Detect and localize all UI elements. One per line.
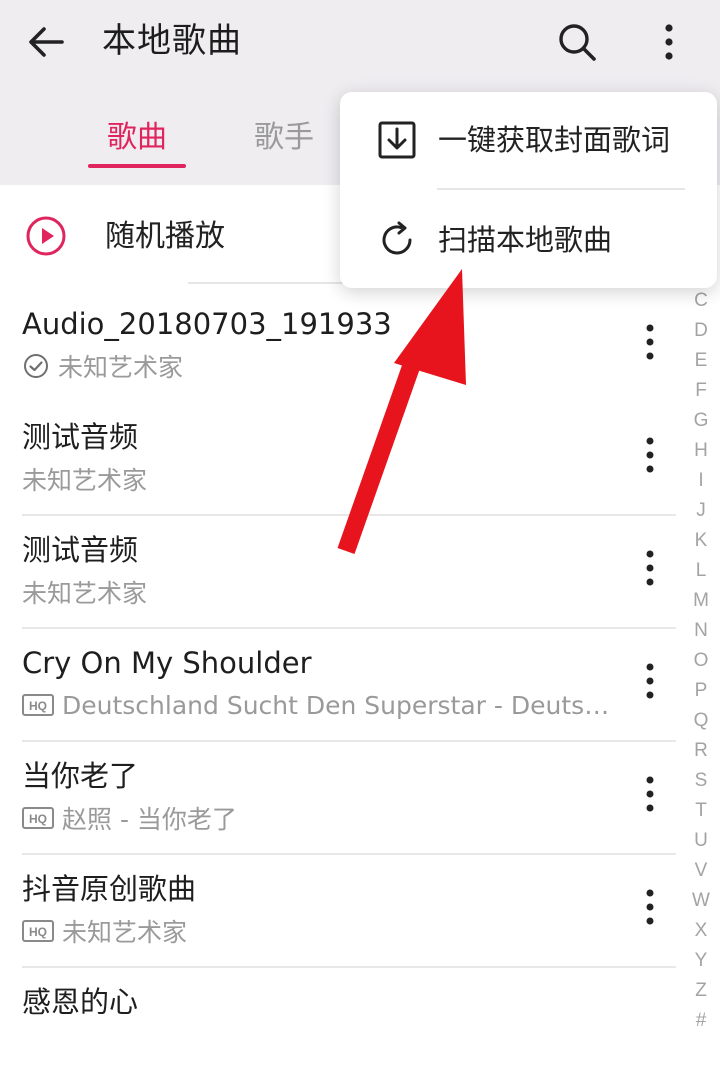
index-letter[interactable]: X <box>686 916 716 946</box>
song-item[interactable]: Cry On My Shoulder HQ Deutschland Sucht … <box>0 629 680 742</box>
more-vert-icon[interactable] <box>632 659 668 703</box>
check-circle-icon <box>24 354 48 378</box>
song-title: 当你老了 <box>22 759 139 793</box>
song-title: Cry On My Shoulder <box>22 646 312 680</box>
more-vert-icon[interactable] <box>645 18 693 66</box>
search-icon[interactable] <box>553 18 601 66</box>
song-title: 测试音频 <box>22 420 139 454</box>
index-letter[interactable]: O <box>686 646 716 676</box>
index-letter[interactable]: W <box>686 886 716 916</box>
menu-item-label: 一键获取封面歌词 <box>438 123 671 157</box>
index-letter[interactable]: E <box>686 346 716 376</box>
play-circle-icon <box>26 216 66 256</box>
song-subtitle: 未知艺术家 <box>22 348 183 384</box>
song-item[interactable]: 当你老了 HQ 赵照 - 当你老了 <box>0 742 680 855</box>
index-letter[interactable]: H <box>686 436 716 466</box>
index-letter[interactable]: U <box>686 826 716 856</box>
svg-text:HQ: HQ <box>29 925 47 939</box>
more-vert-icon[interactable] <box>632 433 668 477</box>
song-artist: 未知艺术家 <box>22 466 148 495</box>
index-letter[interactable]: C <box>686 286 716 316</box>
shuffle-play-label: 随机播放 <box>105 219 225 254</box>
song-title: 抖音原创歌曲 <box>22 872 197 906</box>
hq-badge-icon: HQ <box>22 807 54 829</box>
index-letter[interactable]: I <box>686 466 716 496</box>
refresh-icon <box>382 221 412 255</box>
index-letter[interactable]: M <box>686 586 716 616</box>
arrow-back-icon[interactable] <box>22 18 70 66</box>
index-letter[interactable]: L <box>686 556 716 586</box>
more-vert-icon[interactable] <box>632 885 668 929</box>
divider <box>437 188 685 190</box>
song-subtitle: HQ 未知艺术家 <box>22 913 187 949</box>
more-vert-icon[interactable] <box>632 772 668 816</box>
song-artist: 赵照 - 当你老了 <box>62 805 237 834</box>
index-letter[interactable]: T <box>686 796 716 826</box>
song-subtitle: HQ Deutschland Sucht Den Superstar - Deu… <box>22 687 622 723</box>
index-letter[interactable]: S <box>686 766 716 796</box>
svg-text:HQ: HQ <box>29 699 47 713</box>
index-letter[interactable]: P <box>686 676 716 706</box>
index-letter[interactable]: N <box>686 616 716 646</box>
index-letter[interactable]: J <box>686 496 716 526</box>
hq-badge-icon: HQ <box>22 694 54 716</box>
svg-text:HQ: HQ <box>29 812 47 826</box>
index-letter[interactable]: F <box>686 376 716 406</box>
index-letter[interactable]: Y <box>686 946 716 976</box>
annotation-arrow <box>337 269 466 554</box>
song-title: 测试音频 <box>22 533 139 567</box>
index-letter[interactable]: Z <box>686 976 716 1006</box>
song-subtitle: 未知艺术家 <box>22 461 147 497</box>
song-artist: Deutschland Sucht Den Superstar - Deutsc… <box>62 690 622 720</box>
menu-item-fetch-cover-lyrics[interactable]: 一键获取封面歌词 <box>340 92 717 188</box>
index-letter[interactable]: K <box>686 526 716 556</box>
index-letter[interactable]: G <box>686 406 716 436</box>
song-artist: 未知艺术家 <box>58 353 184 382</box>
song-subtitle: 未知艺术家 <box>22 574 147 610</box>
index-letter[interactable]: R <box>686 736 716 766</box>
tab-songs[interactable]: 歌曲 <box>107 118 167 158</box>
index-letter[interactable]: # <box>686 1006 716 1036</box>
song-subtitle: HQ 赵照 - 当你老了 <box>22 800 237 836</box>
tab-artists[interactable]: 歌手 <box>254 118 314 158</box>
more-vert-icon[interactable] <box>632 546 668 590</box>
song-item[interactable]: 抖音原创歌曲 HQ 未知艺术家 <box>0 855 680 968</box>
page-title: 本地歌曲 <box>102 21 242 61</box>
song-title: 感恩的心 <box>22 985 139 1019</box>
song-artist: 未知艺术家 <box>22 579 148 608</box>
song-item[interactable]: 感恩的心 <box>0 968 680 1081</box>
index-letter[interactable]: D <box>686 316 716 346</box>
menu-item-label: 扫描本地歌曲 <box>438 223 613 257</box>
hq-badge-icon: HQ <box>22 920 54 942</box>
more-vert-icon[interactable] <box>632 320 668 364</box>
index-letter[interactable]: Q <box>686 706 716 736</box>
index-letter[interactable]: V <box>686 856 716 886</box>
tab-active-indicator <box>88 164 186 168</box>
alphabet-index[interactable]: C D E F G H I J K L M N O P Q R S T U V … <box>686 286 716 1036</box>
song-artist: 未知艺术家 <box>62 918 188 947</box>
download-box-icon <box>378 121 416 159</box>
